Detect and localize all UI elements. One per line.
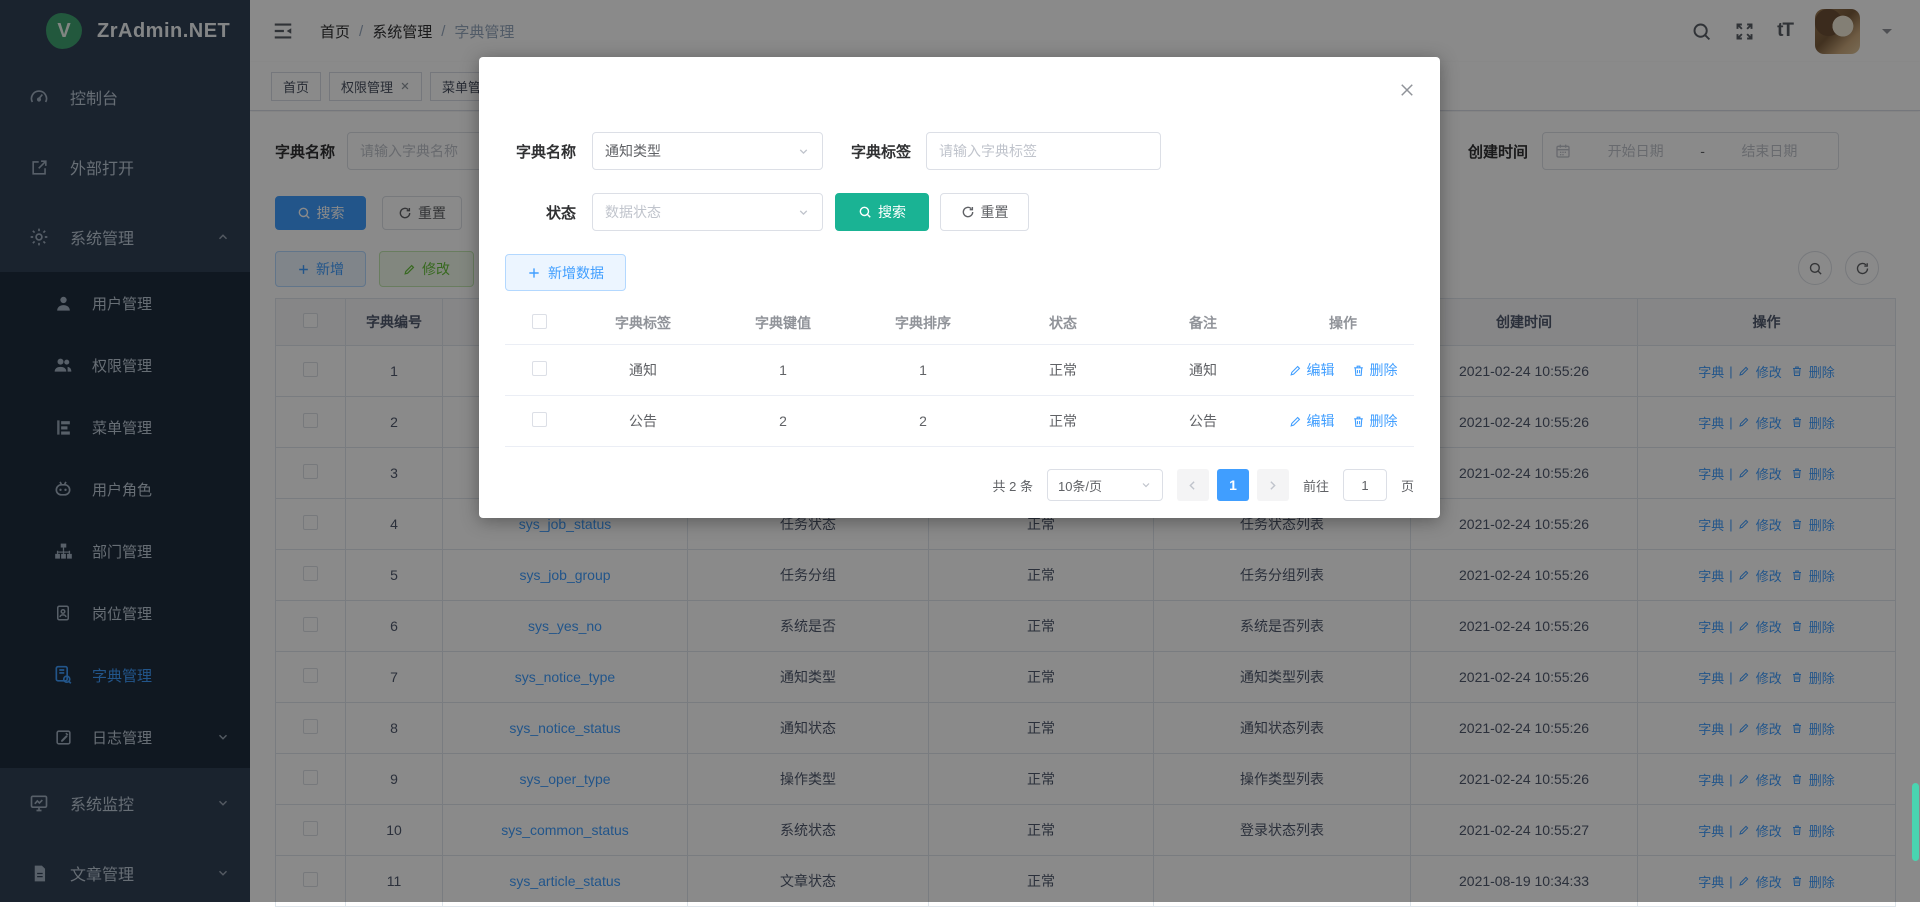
dialog-status-label: 状态: [506, 202, 576, 223]
select-all-checkbox[interactable]: [532, 314, 547, 329]
dialog-filter-row1: 字典名称 通知类型 字典标签 请输入字典标签: [506, 132, 1161, 170]
dialog-dict-name-value: 通知类型: [605, 141, 661, 161]
close-icon[interactable]: [1398, 81, 1416, 99]
next-page-button[interactable]: [1257, 469, 1289, 501]
dialog-search-label: 搜索: [878, 202, 906, 222]
delete-link[interactable]: 删除: [1370, 360, 1398, 380]
dialog-col-actions: 操作: [1273, 313, 1413, 333]
cell-remark: 公告: [1133, 411, 1273, 431]
chevron-down-icon: [1140, 479, 1152, 491]
cell-dict-value: 1: [713, 362, 853, 378]
row-checkbox[interactable]: [532, 412, 547, 427]
cell-dict-sort: 2: [853, 413, 993, 429]
cell-dict-sort: 1: [853, 362, 993, 378]
cell-dict-label: 公告: [573, 411, 713, 431]
dict-data-dialog: 字典名称 通知类型 字典标签 请输入字典标签 状态 数据状态 搜索 重置: [479, 57, 1440, 518]
dialog-dict-label-input[interactable]: 请输入字典标签: [926, 132, 1161, 170]
dialog-dict-name-select[interactable]: 通知类型: [592, 132, 823, 170]
prev-page-button[interactable]: [1177, 469, 1209, 501]
chevron-right-icon: [1266, 479, 1279, 492]
dialog-col-status: 状态: [993, 313, 1133, 333]
page-size-value: 10条/页: [1058, 476, 1102, 495]
dialog-reset-label: 重置: [981, 202, 1009, 222]
current-page-button[interactable]: 1: [1217, 469, 1249, 501]
dialog-table-row: 通知 1 1 正常 通知 编辑 删除: [505, 345, 1414, 396]
chevron-down-icon: [797, 206, 810, 219]
chevron-left-icon: [1186, 479, 1199, 492]
row-checkbox[interactable]: [532, 361, 547, 376]
dialog-col-sort: 字典排序: [853, 313, 993, 333]
page-scrollbar-thumb[interactable]: [1912, 783, 1919, 861]
edit-link[interactable]: 编辑: [1307, 411, 1335, 431]
dialog-dict-label-label: 字典标签: [851, 141, 911, 162]
dialog-select-all: [505, 314, 573, 332]
dialog-dict-label-placeholder: 请输入字典标签: [939, 141, 1037, 161]
dialog-col-label: 字典标签: [573, 313, 713, 333]
chevron-down-icon: [797, 145, 810, 158]
jump-suffix: 页: [1401, 476, 1414, 495]
trash-icon: [1352, 364, 1365, 377]
jump-prefix: 前往: [1303, 476, 1329, 495]
cell-dict-value: 2: [713, 413, 853, 429]
dialog-filter-row2: 状态 数据状态 搜索 重置: [506, 193, 1029, 231]
dialog-col-remark: 备注: [1133, 313, 1273, 333]
dialog-pagination: 共 2 条 10条/页 1 前往 页: [505, 469, 1414, 501]
page-size-select[interactable]: 10条/页: [1047, 469, 1163, 501]
dialog-search-button[interactable]: 搜索: [835, 193, 929, 231]
dialog-status-select[interactable]: 数据状态: [592, 193, 823, 231]
pencil-icon: [1289, 415, 1302, 428]
pencil-icon: [1289, 364, 1302, 377]
dialog-status-placeholder: 数据状态: [605, 202, 661, 222]
edit-link[interactable]: 编辑: [1307, 360, 1335, 380]
dialog-add-data-button[interactable]: 新增数据: [505, 254, 626, 291]
cell-remark: 通知: [1133, 360, 1273, 380]
cell-status: 正常: [993, 360, 1133, 380]
dialog-dict-data-table: 字典标签 字典键值 字典排序 状态 备注 操作 通知 1 1 正常 通知 编辑 …: [505, 302, 1414, 447]
delete-link[interactable]: 删除: [1370, 411, 1398, 431]
dialog-add-data-label: 新增数据: [548, 263, 604, 283]
pagination-total: 共 2 条: [993, 476, 1033, 495]
jump-page-input[interactable]: [1343, 469, 1387, 501]
dialog-table-row: 公告 2 2 正常 公告 编辑 删除: [505, 396, 1414, 447]
dialog-dict-name-label: 字典名称: [506, 141, 576, 162]
cell-status: 正常: [993, 411, 1133, 431]
trash-icon: [1352, 415, 1365, 428]
dialog-table-header: 字典标签 字典键值 字典排序 状态 备注 操作: [505, 302, 1414, 345]
cell-dict-label: 通知: [573, 360, 713, 380]
dialog-col-value: 字典键值: [713, 313, 853, 333]
dialog-reset-button[interactable]: 重置: [940, 193, 1029, 231]
